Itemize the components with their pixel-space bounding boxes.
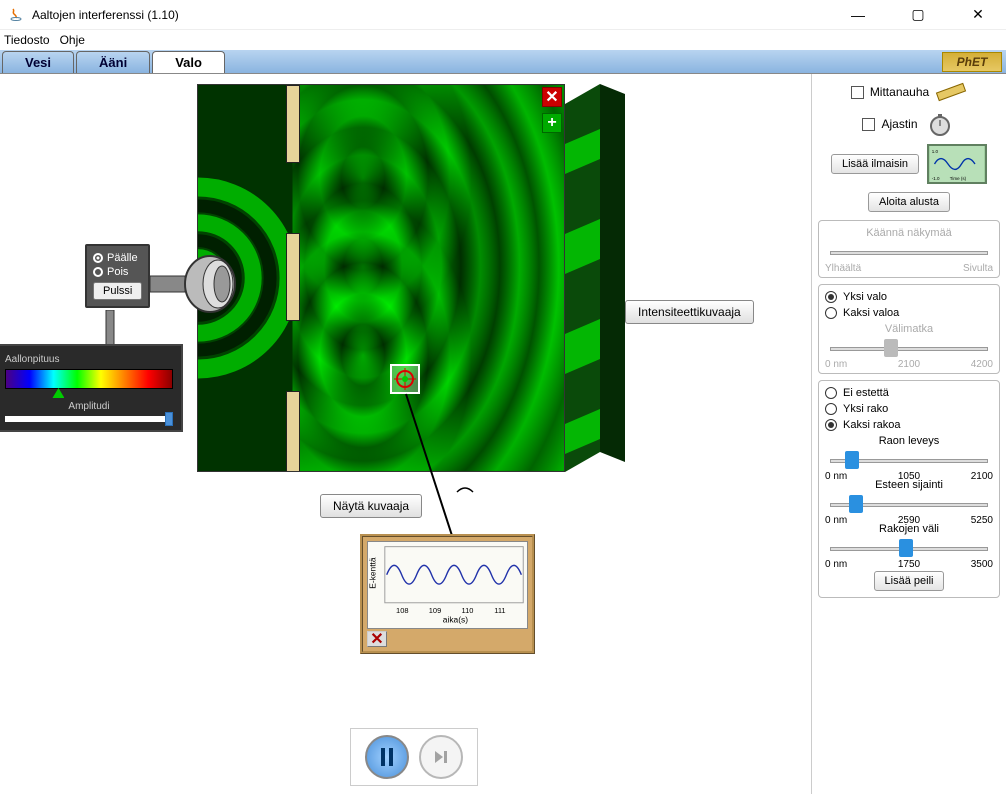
simulation-area: ✕ + (0, 74, 811, 794)
graph-popup[interactable]: E-kenttä 108 109 110 111 aika(s) ✕ (360, 534, 535, 654)
tab-water[interactable]: Vesi (2, 51, 74, 73)
graph-plot: E-kenttä 108 109 110 111 aika(s) (367, 541, 528, 629)
tab-sound[interactable]: Ääni (76, 51, 150, 73)
no-barrier-label: Ei estettä (843, 387, 889, 399)
two-lights-label: Kaksi valoa (843, 307, 899, 319)
menubar: Tiedosto Ohje (0, 30, 1006, 50)
minimize-button[interactable]: — (838, 1, 878, 29)
phet-logo[interactable]: PhET (942, 52, 1002, 72)
pause-button[interactable] (365, 735, 409, 779)
barrier-top[interactable] (286, 85, 300, 163)
graph-ylabel: E-kenttä (368, 557, 377, 589)
spacing-title: Välimatka (825, 323, 993, 335)
radio-one-slit[interactable]: Yksi rako (825, 403, 993, 415)
add-source-icon[interactable]: + (542, 113, 562, 133)
svg-text:1.0: 1.0 (932, 149, 939, 154)
pulse-button[interactable]: Pulssi (93, 282, 142, 300)
one-slit-label: Yksi rako (843, 403, 888, 415)
barrier-section: Ei estettä Yksi rako Kaksi rakoa Raon le… (818, 380, 1000, 598)
intensity-graph-button[interactable]: Intensiteettikuvaaja (625, 300, 754, 324)
lights-section: Yksi valo Kaksi valoa Välimatka 0 nm2100… (818, 284, 1000, 374)
svg-text:-1.0: -1.0 (932, 176, 940, 181)
radio-off-label: Pois (107, 266, 128, 278)
slit-width-slider[interactable]: 0 nm10502100 (825, 449, 993, 479)
tab-light[interactable]: Valo (152, 51, 225, 73)
wavelength-label: Aallonpituus (5, 354, 173, 365)
amplitude-slider[interactable] (5, 416, 173, 422)
timer-label: Ajastin (881, 117, 917, 131)
source-controls: Päälle Pois Pulssi (85, 244, 150, 308)
rotate-title: Käännä näkymää (825, 227, 993, 239)
radio-no-barrier[interactable]: Ei estettä (825, 387, 993, 399)
wave-canvas[interactable]: ✕ + (197, 84, 565, 472)
timer-checkbox[interactable] (862, 118, 875, 131)
control-panel: Mittanauha Ajastin Lisää ilmaisin 1.0 -1.… (811, 74, 1006, 794)
radio-two-slits[interactable]: Kaksi rakoa (825, 419, 993, 431)
menu-file[interactable]: Tiedosto (4, 33, 50, 47)
tabbar: Vesi Ääni Valo PhET (0, 50, 1006, 74)
rotate-section: Käännä näkymää Ylhäältä Sivulta (818, 220, 1000, 278)
one-light-label: Yksi valo (843, 291, 887, 303)
barrier-mid[interactable] (286, 233, 300, 321)
amplitude-label: Amplitudi (5, 401, 173, 412)
rotate-left-label: Ylhäältä (825, 263, 861, 274)
wave-pattern (198, 85, 564, 471)
close-button[interactable]: ✕ (958, 1, 998, 29)
spectrum-panel: Aallonpituus Amplitudi (0, 344, 183, 432)
barrier-bottom[interactable] (286, 391, 300, 472)
graph-xlabel: aika(s) (443, 614, 468, 624)
tape-label: Mittanauha (870, 85, 929, 99)
show-graph-button[interactable]: Näytä kuvaaja (320, 494, 422, 518)
graph-tick: 111 (494, 606, 505, 615)
graph-tick: 108 (396, 606, 408, 615)
java-icon (8, 7, 24, 23)
amplitude-thumb[interactable] (165, 412, 173, 426)
slit-sep-slider[interactable]: 0 nm17503500 (825, 537, 993, 567)
titlebar: Aaltojen interferenssi (1.10) — ▢ ✕ (0, 0, 1006, 30)
close-canvas-icon[interactable]: ✕ (542, 87, 562, 107)
light-source[interactable] (150, 254, 240, 314)
add-detector-button[interactable]: Lisää ilmaisin (831, 154, 919, 174)
probe-connector-icon (455, 482, 475, 502)
rotate-right-label: Sivulta (963, 263, 993, 274)
menu-help[interactable]: Ohje (60, 33, 85, 47)
radio-two-lights[interactable]: Kaksi valoa (825, 307, 993, 319)
barrier-pos-slider[interactable]: 0 nm25905250 (825, 493, 993, 523)
radio-on[interactable]: Päälle (93, 252, 142, 264)
step-button[interactable] (419, 735, 463, 779)
ruler-icon (935, 80, 967, 104)
svg-text:Time (s): Time (s) (950, 176, 967, 181)
radio-one-light[interactable]: Yksi valo (825, 291, 993, 303)
reset-button[interactable]: Aloita alusta (868, 192, 950, 212)
slit-width-title: Raon leveys (825, 435, 993, 447)
maximize-button[interactable]: ▢ (898, 1, 938, 29)
tape-checkbox[interactable] (851, 86, 864, 99)
projection-screen[interactable] (565, 84, 625, 472)
window-title: Aaltojen interferenssi (1.10) (32, 8, 838, 22)
wavelength-thumb[interactable] (52, 388, 64, 398)
wavelength-slider[interactable] (5, 369, 173, 389)
graph-tick: 109 (429, 606, 441, 615)
stopwatch-icon (924, 112, 956, 136)
oscilloscope-icon: 1.0 -1.0 Time (s) (927, 144, 987, 184)
add-mirror-button[interactable]: Lisää peili (874, 571, 945, 591)
spacing-slider: 0 nm21004200 (825, 337, 993, 367)
radio-off[interactable]: Pois (93, 266, 142, 278)
play-controls (350, 728, 478, 786)
two-slits-label: Kaksi rakoa (843, 419, 900, 431)
graph-close-icon[interactable]: ✕ (367, 631, 387, 647)
detector-probe[interactable] (390, 364, 420, 394)
rotate-slider[interactable]: Ylhäältä Sivulta (825, 241, 993, 271)
radio-on-label: Päälle (107, 252, 138, 264)
